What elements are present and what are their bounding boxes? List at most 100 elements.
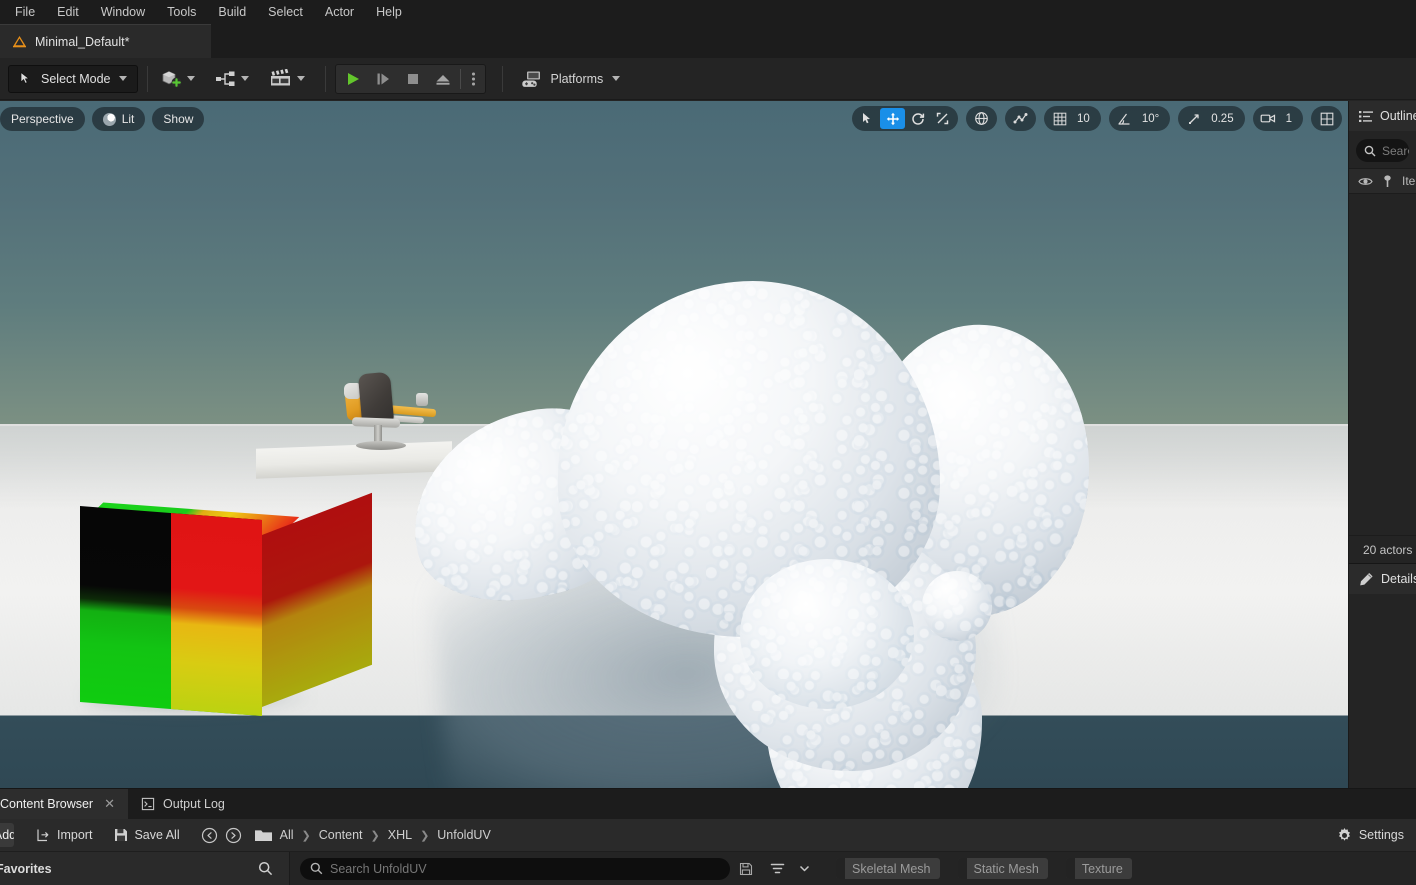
filter-color-cap: [957, 858, 967, 879]
search-icon: [1364, 145, 1376, 157]
add-actor-icon: [161, 69, 183, 89]
surface-snap-group: [1005, 106, 1037, 131]
menu-item-select[interactable]: Select: [257, 2, 314, 22]
grid-snap-icon[interactable]: [1047, 108, 1072, 129]
outliner-tab[interactable]: Outliner: [1349, 101, 1416, 131]
toolbar-divider: [325, 65, 327, 92]
filter-color-cap: [1065, 858, 1075, 879]
eye-icon[interactable]: [1358, 176, 1373, 187]
level-tab-strip: Minimal_Default*: [0, 24, 1416, 58]
level-tab-minimal-default[interactable]: Minimal_Default*: [0, 24, 211, 58]
toolbar-divider: [502, 65, 504, 92]
viewport-perspective-button[interactable]: Perspective: [0, 107, 85, 131]
cinematics-button[interactable]: [265, 64, 309, 94]
outliner-panel: Outliner Search... Item Label: [1348, 101, 1416, 563]
gizmo-mode-group: [852, 106, 959, 131]
viewport-show-button[interactable]: Show: [152, 107, 205, 131]
filter-chip-texture[interactable]: Texture: [1065, 858, 1132, 879]
add-actor-button[interactable]: [157, 64, 199, 94]
breadcrumb-unfolduv[interactable]: UnfoldUV: [430, 828, 498, 842]
scale-snap-icon[interactable]: [1181, 108, 1206, 129]
grid-snap-value[interactable]: 10: [1072, 113, 1098, 125]
world-coordinate-globe-icon[interactable]: [969, 108, 994, 129]
pin-icon[interactable]: [1382, 174, 1393, 188]
tab-output-log[interactable]: Output Log: [128, 789, 238, 819]
content-browser-tab-strip: Content Browser ✕ Output Log: [0, 789, 1416, 819]
camera-speed-icon[interactable]: [1256, 108, 1281, 129]
breadcrumb-separator: ❯: [420, 829, 430, 842]
outliner-actor-count: 20 actors: [1349, 535, 1416, 563]
forward-button[interactable]: [222, 823, 246, 848]
stop-button[interactable]: [398, 66, 428, 92]
camera-speed-group: 1: [1252, 106, 1303, 131]
angle-snap-icon[interactable]: [1112, 108, 1137, 129]
camera-scale-value[interactable]: 0.25: [1206, 113, 1241, 125]
settings-label: Settings: [1358, 828, 1404, 842]
menu-item-window[interactable]: Window: [90, 2, 156, 22]
filter-chip-static-mesh[interactable]: Static Mesh: [957, 858, 1048, 879]
import-button[interactable]: Import: [28, 823, 100, 848]
level-viewport[interactable]: Perspective Lit Show 10 10° 0.25 1: [0, 101, 1348, 788]
lit-sphere-icon: [102, 112, 116, 126]
output-log-icon: [141, 797, 155, 811]
filter-chip-skeletal-mesh[interactable]: Skeletal Mesh: [836, 858, 940, 879]
step-button[interactable]: [368, 66, 398, 92]
content-browser-toolbar: Add Import Save All: [0, 819, 1416, 852]
breadcrumb-all[interactable]: All: [273, 828, 301, 842]
menu-item-build[interactable]: Build: [207, 2, 257, 22]
close-icon[interactable]: ✕: [104, 796, 115, 812]
play-options-button[interactable]: [463, 66, 483, 92]
details-tab-label: Details: [1381, 572, 1416, 586]
save-all-button[interactable]: Save All: [106, 823, 187, 848]
step-forward-icon: [377, 73, 390, 84]
select-mode-button[interactable]: Select Mode: [8, 64, 139, 93]
chevron-down-icon: [187, 76, 196, 81]
play-controls-group: [335, 63, 487, 94]
rotate-tool-button[interactable]: [905, 108, 930, 129]
menu-item-tools[interactable]: Tools: [156, 2, 207, 22]
breadcrumb-xhl[interactable]: XHL: [381, 828, 419, 842]
content-browser-settings-button[interactable]: Settings: [1327, 823, 1416, 848]
select-tool-button[interactable]: [855, 108, 880, 129]
save-search-icon[interactable]: [739, 862, 753, 876]
menu-item-help[interactable]: Help: [365, 2, 413, 22]
main-toolbar: Select Mode Platforms: [0, 58, 1416, 100]
unreal-logo-icon: [12, 35, 27, 48]
blueprints-button[interactable]: [211, 64, 253, 94]
viewport-viewmode-button[interactable]: Lit: [91, 107, 146, 131]
coordinate-system-group: [966, 106, 998, 131]
filter-icon[interactable]: [770, 862, 785, 875]
viewport-layout-icon[interactable]: [1314, 108, 1339, 129]
cinematics-clapperboard-icon: [269, 69, 293, 88]
outliner-search-input[interactable]: Search...: [1356, 139, 1409, 162]
outliner-column-header: Item Label: [1349, 168, 1416, 194]
menu-item-edit[interactable]: Edit: [46, 2, 90, 22]
chevron-down-icon[interactable]: [798, 862, 811, 875]
viewport-layout-group: [1311, 106, 1342, 131]
toolbar-create-group: [157, 64, 309, 94]
menu-item-file[interactable]: File: [4, 2, 46, 22]
menu-item-actor[interactable]: Actor: [314, 2, 365, 22]
asset-search-input[interactable]: Search UnfoldUV: [300, 857, 730, 880]
content-browser-panel: Content Browser ✕ Output Log Add: [0, 788, 1416, 885]
translate-tool-button[interactable]: [880, 108, 906, 129]
scale-tool-button[interactable]: [930, 108, 955, 129]
eject-button[interactable]: [428, 66, 458, 92]
surface-snap-icon[interactable]: [1008, 108, 1033, 129]
unfolduv-sculpt-mesh[interactable]: [392, 281, 1114, 788]
details-tab[interactable]: Details: [1349, 564, 1416, 594]
camera-speed-value[interactable]: 1: [1281, 113, 1300, 125]
add-content-button[interactable]: Add: [0, 823, 14, 847]
save-all-label: Save All: [134, 828, 180, 842]
select-mode-label: Select Mode: [41, 71, 111, 86]
favorites-search-icon[interactable]: [258, 861, 273, 876]
uv-test-cube-mesh[interactable]: [80, 492, 372, 717]
tab-content-browser[interactable]: Content Browser ✕: [0, 789, 129, 819]
play-button[interactable]: [338, 66, 368, 92]
content-browser-tab-label: Content Browser: [0, 797, 94, 811]
back-button[interactable]: [198, 823, 222, 848]
angle-snap-value[interactable]: 10°: [1137, 113, 1167, 125]
breadcrumb-content[interactable]: Content: [312, 828, 370, 842]
mesh-nub: [922, 571, 992, 641]
platforms-button[interactable]: Platforms: [512, 64, 629, 94]
